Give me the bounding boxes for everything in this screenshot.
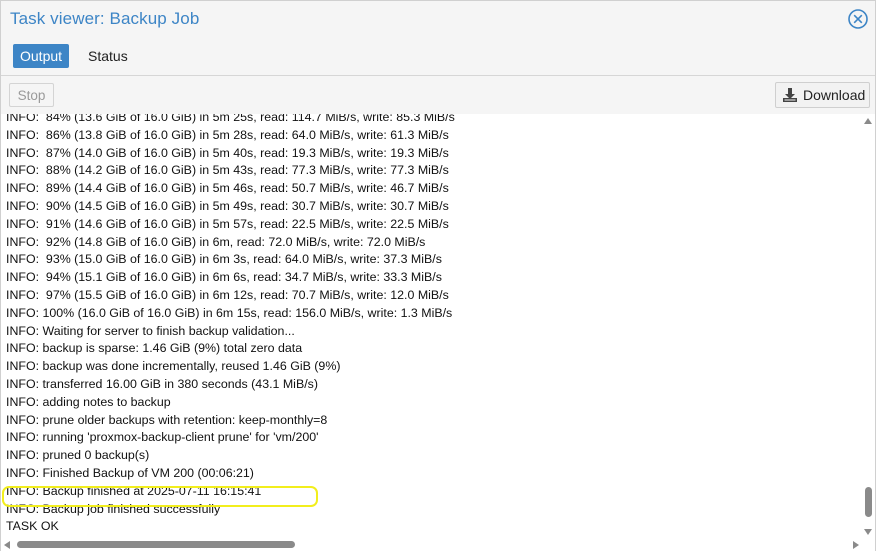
title-bar: Task viewer: Backup Job [1,1,875,39]
log-line: INFO: prune older backups with retention… [6,412,328,427]
scroll-up-arrow-icon[interactable] [864,118,872,124]
stop-button[interactable]: Stop [9,83,54,107]
window-title: Task viewer: Backup Job [10,9,200,28]
task-viewer-window: Task viewer: Backup Job Output Status St… [0,0,876,551]
log-line: INFO: Waiting for server to finish backu… [6,323,295,338]
highlight-annotation [2,486,318,507]
download-button[interactable]: Download [775,82,870,108]
scroll-left-arrow-icon[interactable] [4,541,10,549]
log-line-transferred: INFO: transferred 16.00 GiB in 380 secon… [6,376,318,391]
log-line: INFO: 88% (14.2 GiB of 16.0 GiB) in 5m 4… [6,163,449,178]
log-line: INFO: 84% (13.6 GiB of 16.0 GiB) in 5m 2… [6,114,455,124]
log-line: INFO: 87% (14.0 GiB of 16.0 GiB) in 5m 4… [6,145,449,160]
log-line: INFO: backup was done incrementally, reu… [6,359,341,374]
close-circle-icon[interactable] [847,8,869,30]
tab-status[interactable]: Status [81,44,135,68]
tab-output[interactable]: Output [13,44,70,68]
log-line-task-ok: TASK OK [6,519,59,534]
log-line: INFO: 94% (15.1 GiB of 16.0 GiB) in 6m 6… [6,270,442,285]
download-label: Download [803,87,866,103]
log-lines: INFO: 84% (13.6 GiB of 16.0 GiB) in 5m 2… [6,114,455,536]
horizontal-scroll-thumb[interactable] [17,541,295,548]
horizontal-scrollbar[interactable] [1,539,875,551]
log-line: INFO: 100% (16.0 GiB of 16.0 GiB) in 6m … [6,305,453,320]
log-line: INFO: 93% (15.0 GiB of 16.0 GiB) in 6m 3… [6,252,442,267]
vertical-scrollbar[interactable] [862,114,875,539]
log-line: INFO: 90% (14.5 GiB of 16.0 GiB) in 5m 4… [6,198,449,213]
log-line: INFO: backup is sparse: 1.46 GiB (9%) to… [6,341,303,356]
log-line: INFO: running 'proxmox-backup-client pru… [6,430,319,445]
log-line: INFO: 97% (15.5 GiB of 16.0 GiB) in 6m 1… [6,287,449,302]
log-line: INFO: pruned 0 backup(s) [6,448,150,463]
vertical-scroll-thumb[interactable] [865,487,872,517]
download-icon [783,88,797,102]
log-line: INFO: adding notes to backup [6,394,171,409]
log-line: INFO: 92% (14.8 GiB of 16.0 GiB) in 6m, … [6,234,426,249]
scroll-right-arrow-icon[interactable] [853,541,859,549]
log-output[interactable]: INFO: 84% (13.6 GiB of 16.0 GiB) in 5m 2… [1,114,863,539]
log-line: INFO: 89% (14.4 GiB of 16.0 GiB) in 5m 4… [6,181,449,196]
log-line: INFO: 91% (14.6 GiB of 16.0 GiB) in 5m 5… [6,216,449,231]
log-line: INFO: Finished Backup of VM 200 (00:06:2… [6,465,254,480]
tab-bar: Output Status [1,39,875,76]
log-line: INFO: 86% (13.8 GiB of 16.0 GiB) in 5m 2… [6,127,449,142]
scroll-down-arrow-icon[interactable] [864,529,872,535]
toolbar: Stop Download [1,76,875,115]
